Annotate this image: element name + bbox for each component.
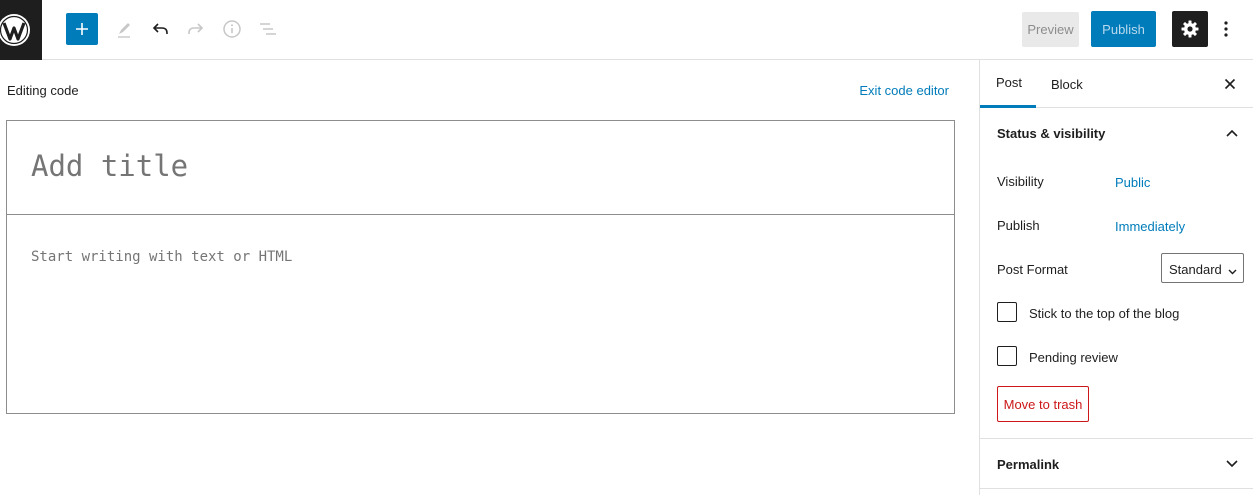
details-button[interactable] <box>220 17 244 41</box>
editing-code-label: Editing code <box>7 83 79 98</box>
visibility-label: Visibility <box>997 174 1044 189</box>
chevron-down-icon <box>1224 456 1240 472</box>
sticky-label: Stick to the top of the blog <box>1029 306 1180 321</box>
info-icon <box>223 20 241 38</box>
close-sidebar-button[interactable] <box>1220 74 1240 94</box>
exit-code-editor-button[interactable]: Exit code editor <box>859 83 949 98</box>
publish-date-toggle[interactable]: Immediately <box>1115 219 1185 234</box>
publish-button[interactable]: Publish <box>1091 11 1156 47</box>
post-title-input[interactable]: Add title <box>7 121 954 215</box>
settings-button[interactable] <box>1172 11 1208 47</box>
permalink-panel-toggle[interactable]: Permalink <box>980 438 1253 490</box>
pending-review-checkbox[interactable] <box>997 346 1017 366</box>
pencil-icon <box>118 23 130 38</box>
permalink-title: Permalink <box>997 457 1060 472</box>
preview-button[interactable]: Preview <box>1022 12 1079 47</box>
publish-label: Publish <box>997 218 1040 233</box>
tab-block[interactable]: Block <box>1051 60 1083 108</box>
wordpress-logo-icon[interactable] <box>0 0 42 60</box>
redo-button[interactable] <box>184 17 208 41</box>
more-options-button[interactable] <box>1216 17 1236 41</box>
chevron-down-icon <box>1228 263 1237 278</box>
undo-button[interactable] <box>148 17 172 41</box>
status-visibility-panel-toggle[interactable]: Status & visibility <box>980 108 1253 158</box>
pending-review-label: Pending review <box>1029 350 1118 365</box>
undo-icon <box>152 23 168 34</box>
post-format-label: Post Format <box>997 262 1068 277</box>
move-to-trash-button[interactable]: Move to trash <box>997 386 1089 422</box>
redo-icon <box>188 23 204 34</box>
plus-icon <box>76 23 88 35</box>
editor-toolbar: Preview Publish <box>0 0 1253 60</box>
code-editor-box: Add title Start writing with text or HTM… <box>6 120 955 414</box>
close-icon <box>1224 78 1236 90</box>
add-block-button[interactable] <box>66 13 98 45</box>
tab-post[interactable]: Post <box>980 60 1036 108</box>
sidebar-tabs: Post Block <box>980 60 1253 108</box>
visibility-toggle[interactable]: Public <box>1115 175 1150 190</box>
post-format-select[interactable]: Standard <box>1161 253 1244 283</box>
code-editor-area: Editing code Exit code editor Add title … <box>0 60 979 495</box>
status-visibility-title: Status & visibility <box>997 125 1106 141</box>
tools-button[interactable] <box>112 17 136 41</box>
post-content-textarea[interactable]: Start writing with text or HTML <box>7 215 954 413</box>
post-format-value: Standard <box>1169 262 1222 277</box>
panel-divider <box>980 488 1253 489</box>
more-vertical-icon <box>1224 21 1228 37</box>
gear-icon <box>1181 20 1199 38</box>
settings-sidebar: Post Block Status & visibility Visibilit… <box>979 60 1253 495</box>
sticky-checkbox[interactable] <box>997 302 1017 322</box>
list-view-icon <box>260 23 276 35</box>
chevron-up-icon <box>1224 125 1240 141</box>
list-view-button[interactable] <box>256 17 280 41</box>
